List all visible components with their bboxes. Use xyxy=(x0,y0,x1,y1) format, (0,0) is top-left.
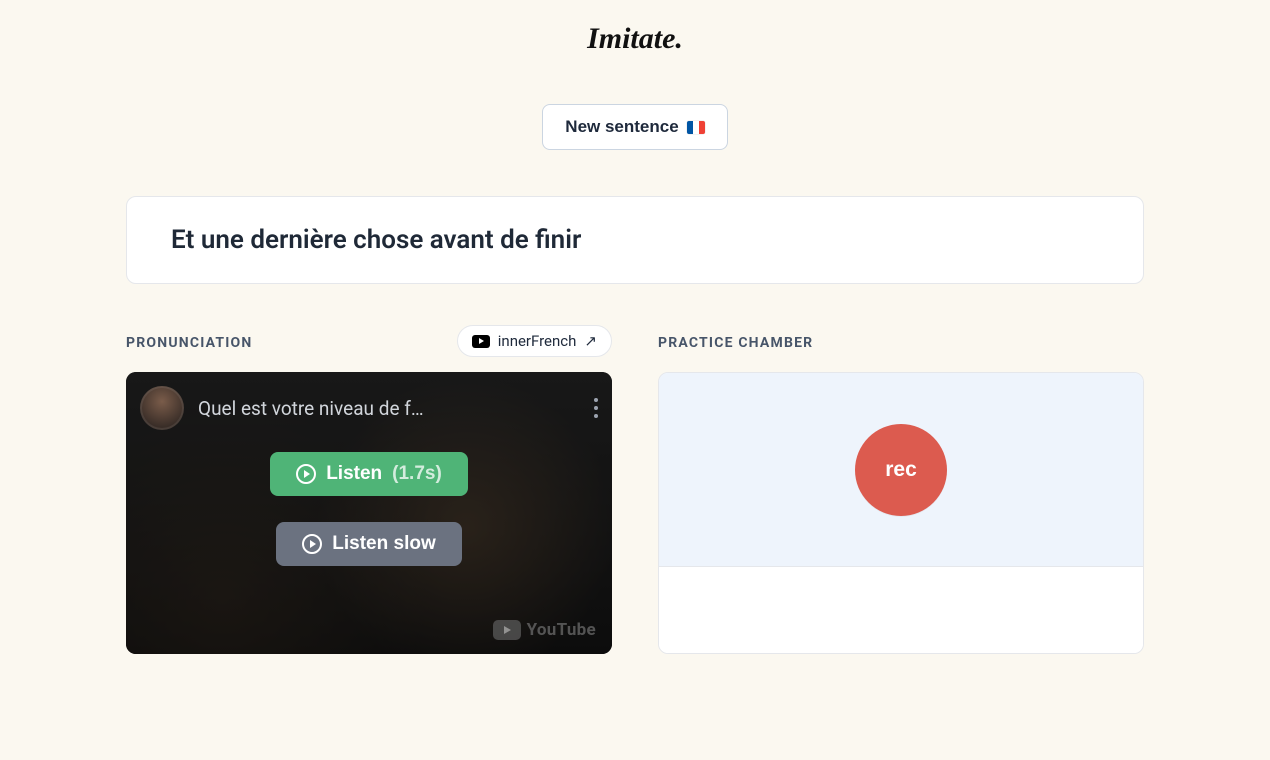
video-title[interactable]: Quel est votre niveau de f… xyxy=(198,397,580,420)
pronunciation-section-label: Pronunciation xyxy=(126,335,252,351)
sentence-text: Et une dernière chose avant de finir xyxy=(171,225,1099,255)
source-link[interactable]: innerFrench ↗ xyxy=(457,325,612,357)
play-icon xyxy=(296,464,316,484)
listen-duration: (1.7s) xyxy=(392,463,442,485)
app-title: Imitate. xyxy=(587,22,683,56)
french-flag-icon xyxy=(687,121,705,134)
listen-label: Listen xyxy=(326,463,382,485)
youtube-badge-icon xyxy=(472,335,490,348)
sentence-card: Et une dernière chose avant de finir xyxy=(126,196,1144,284)
youtube-icon xyxy=(493,620,521,640)
channel-avatar[interactable] xyxy=(140,386,184,430)
new-sentence-button[interactable]: New sentence xyxy=(542,104,727,150)
video-menu-icon[interactable] xyxy=(594,398,598,418)
practice-section-label: Practice Chamber xyxy=(658,335,813,351)
source-name: innerFrench xyxy=(498,332,577,350)
new-sentence-label: New sentence xyxy=(565,117,678,137)
listen-button[interactable]: Listen (1.7s) xyxy=(270,452,468,496)
video-player[interactable]: Quel est votre niveau de f… Listen (1.7s… xyxy=(126,372,612,654)
listen-slow-button[interactable]: Listen slow xyxy=(276,522,461,566)
record-button[interactable]: rec xyxy=(855,424,947,516)
play-icon xyxy=(302,534,322,554)
practice-playback-area xyxy=(659,567,1143,653)
practice-chamber: rec xyxy=(658,372,1144,654)
youtube-watermark-text: YouTube xyxy=(527,620,596,640)
listen-slow-label: Listen slow xyxy=(332,533,435,555)
youtube-watermark[interactable]: YouTube xyxy=(493,620,596,640)
external-link-icon: ↗ xyxy=(584,332,597,350)
practice-record-area: rec xyxy=(659,373,1143,567)
